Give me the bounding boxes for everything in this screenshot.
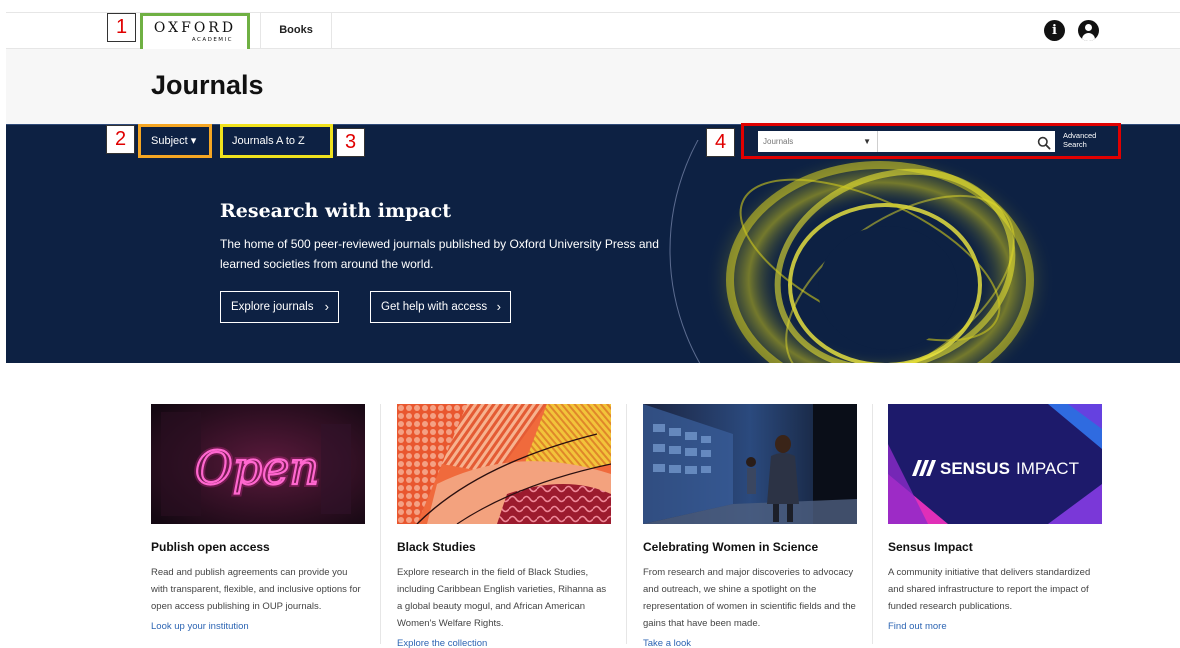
hero-description: The home of 500 peer-reviewed journals p…: [220, 237, 659, 271]
card-description: Explore research in the field of Black S…: [397, 567, 607, 629]
subject-dropdown[interactable]: Subject ▾: [138, 124, 212, 158]
search-icon[interactable]: [1037, 136, 1051, 150]
user-icon-body: [1082, 33, 1095, 41]
sensus-wordmark-light: IMPACT: [1016, 459, 1079, 478]
card-title: Sensus Impact: [888, 540, 973, 554]
explore-journals-button[interactable]: Explore journals ›: [220, 291, 339, 323]
user-icon-head: [1085, 24, 1092, 31]
chevron-right-icon: ›: [496, 299, 501, 314]
annotation-badge-3: 3: [336, 128, 365, 157]
books-nav-link[interactable]: Books: [260, 12, 332, 49]
search-scope-value: Journals: [763, 137, 794, 146]
card-divider: [872, 404, 873, 644]
chevron-down-icon: ▼: [863, 137, 871, 146]
search-input[interactable]: [878, 131, 1055, 152]
card-divider: [380, 404, 381, 644]
card-divider: [626, 404, 627, 644]
hero-ring-artwork: [669, 140, 1055, 363]
user-account-icon[interactable]: [1078, 20, 1099, 41]
card-title: Publish open access: [151, 540, 270, 554]
sensus-impact-art: SENSUS IMPACT: [888, 404, 1102, 524]
card-open-access: Open Open Publish open access Read and p…: [151, 404, 365, 632]
card-link[interactable]: Explore the collection: [397, 638, 611, 648]
open-neon-glow: Open: [195, 441, 319, 495]
advanced-search-line2: Search: [1063, 140, 1087, 149]
card-link[interactable]: Look up your institution: [151, 621, 365, 632]
advanced-search-link[interactable]: Advanced Search: [1063, 131, 1109, 149]
sensus-impact-image[interactable]: SENSUS IMPACT: [888, 404, 1102, 524]
info-icon[interactable]: i: [1044, 20, 1065, 41]
lab-corridor-art: [643, 404, 857, 524]
card-sensus-impact: SENSUS IMPACT Sensus Impact A community …: [888, 404, 1102, 632]
sensus-wordmark-bold: SENSUS: [940, 459, 1010, 478]
annotation-badge-1: 1: [107, 13, 136, 42]
open-neon-image[interactable]: Open Open: [151, 404, 365, 524]
card-title: Celebrating Women in Science: [643, 540, 819, 554]
card-description: A community initiative that delivers sta…: [888, 567, 1091, 612]
explore-journals-label: Explore journals: [231, 301, 314, 313]
hero-ring-hole: [818, 226, 958, 350]
search-scope-select[interactable]: Journals ▼: [758, 131, 878, 152]
logo-subtitle: ACADEMIC: [191, 37, 233, 43]
page-title: Journals: [151, 70, 264, 100]
chevron-right-icon: ›: [324, 299, 329, 314]
card-link[interactable]: Find out more: [888, 621, 1102, 632]
open-neon-art: Open Open: [151, 404, 365, 524]
card-description: Read and publish agreements can provide …: [151, 567, 361, 612]
card-black-studies: Black Studies Explore research in the fi…: [397, 404, 611, 648]
advanced-search-line1: Advanced: [1063, 131, 1097, 140]
card-women-in-science: Celebrating Women in Science From resear…: [643, 404, 857, 648]
annotation-badge-2: 2: [106, 125, 135, 154]
black-studies-pattern-image[interactable]: [397, 404, 611, 524]
annotation-badge-4: 4: [706, 128, 735, 157]
women-in-science-photo[interactable]: [643, 404, 857, 524]
logo-wordmark: OXFORD: [153, 20, 237, 36]
card-title: Black Studies: [397, 540, 476, 554]
journals-a-to-z-link[interactable]: Journals A to Z: [220, 124, 333, 158]
card-description: From research and major discoveries to a…: [643, 567, 856, 629]
black-studies-art: [397, 404, 611, 524]
get-help-access-button[interactable]: Get help with access ›: [370, 291, 511, 323]
hero-heading: Research with impact: [220, 200, 452, 222]
get-help-access-label: Get help with access: [381, 301, 488, 313]
card-link[interactable]: Take a look: [643, 638, 857, 648]
